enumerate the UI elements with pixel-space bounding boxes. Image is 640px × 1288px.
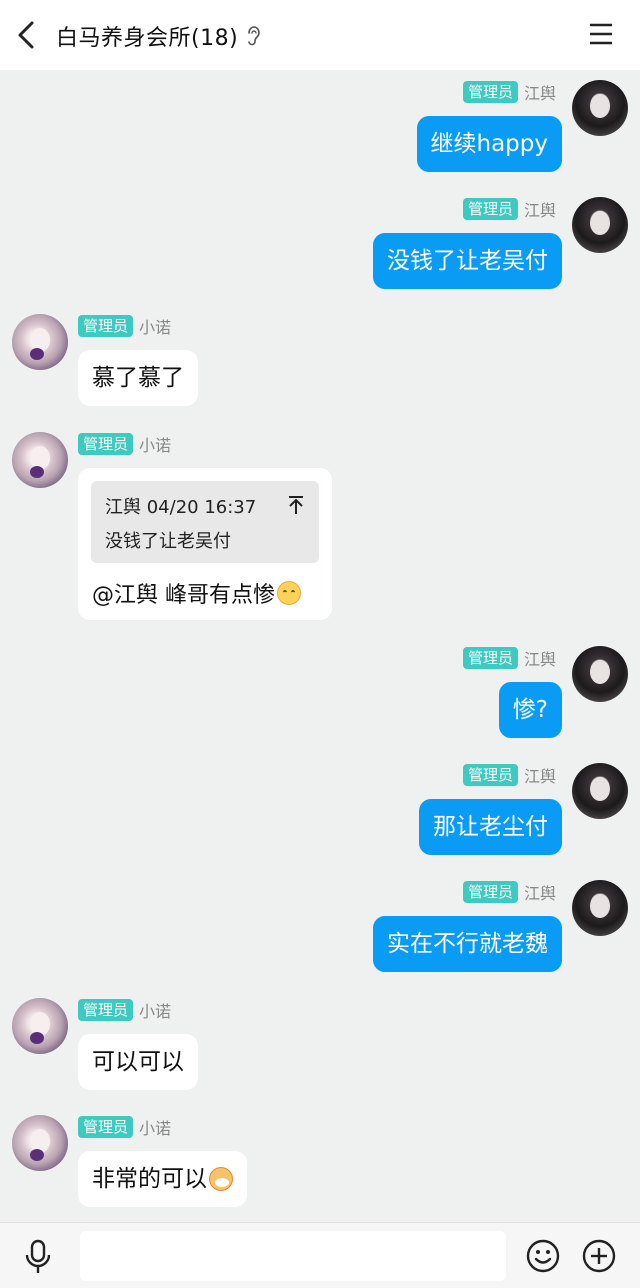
shiba-emoji-icon — [209, 1167, 233, 1191]
ear-icon — [248, 26, 260, 46]
microphone-icon[interactable] — [24, 1239, 52, 1275]
chat-title-wrap[interactable]: 白马养身会所(18) — [56, 20, 262, 52]
sender-meta: 管理员 江舆 — [462, 763, 556, 787]
admin-badge: 管理员 — [78, 433, 134, 455]
sender-nickname: 小诺 — [139, 1002, 172, 1021]
admin-badge: 管理员 — [462, 764, 518, 786]
admin-badge: 管理员 — [78, 1116, 134, 1138]
message-item: 管理员 江舆 那让老尘付 — [0, 753, 640, 870]
avatar[interactable] — [572, 646, 628, 702]
sender-meta: 管理员 江舆 — [462, 197, 556, 221]
message-item: 管理员 江舆 继续happy — [0, 70, 640, 187]
message-item: 管理员 江舆 没钱了让老吴付 — [0, 187, 640, 304]
jump-to-original-icon[interactable] — [287, 495, 305, 515]
message-bubble[interactable]: 实在不行就老魏 — [373, 916, 562, 972]
admin-badge: 管理员 — [462, 198, 518, 220]
sender-nickname: 江舆 — [523, 884, 556, 903]
message-bubble[interactable]: 慕了慕了 — [78, 350, 198, 406]
admin-badge: 管理员 — [462, 881, 518, 903]
avatar[interactable] — [12, 1115, 68, 1171]
chat-header: 白马养身会所(18) — [0, 0, 640, 70]
quoted-message[interactable]: 江舆 04/20 16:37 没钱了让老吴付 — [91, 481, 319, 563]
sender-meta: 管理员 小诺 — [78, 998, 171, 1022]
composer-bar — [0, 1222, 640, 1288]
sender-nickname: 小诺 — [139, 318, 172, 337]
message-item: 管理员 小诺 非常的可以 — [0, 1105, 640, 1222]
avatar[interactable] — [572, 763, 628, 819]
hamburger-menu-icon[interactable] — [588, 22, 614, 46]
smiley-icon[interactable] — [526, 1239, 560, 1273]
avatar[interactable] — [572, 80, 628, 136]
avatar[interactable] — [572, 880, 628, 936]
quote-reply-bubble[interactable]: 江舆 04/20 16:37 没钱了让老吴付 @江舆 峰哥有点惨 — [78, 468, 332, 620]
sender-meta: 管理员 小诺 — [78, 432, 171, 456]
message-item: 管理员 江舆 惨? — [0, 636, 640, 753]
admin-badge: 管理员 — [462, 81, 518, 103]
sender-nickname: 江舆 — [523, 201, 556, 220]
admin-badge: 管理员 — [78, 315, 134, 337]
sender-meta: 管理员 江舆 — [462, 880, 556, 904]
sender-nickname: 江舆 — [523, 767, 556, 786]
sender-nickname: 小诺 — [139, 1119, 172, 1138]
sender-nickname: 小诺 — [139, 436, 172, 455]
sender-nickname: 江舆 — [523, 650, 556, 669]
admin-badge: 管理员 — [462, 647, 518, 669]
message-item: 管理员 小诺 可以可以 — [0, 988, 640, 1105]
sender-meta: 管理员 小诺 — [78, 314, 171, 338]
plus-circle-icon[interactable] — [582, 1239, 616, 1273]
avatar[interactable] — [12, 998, 68, 1054]
sender-meta: 管理员 江舆 — [462, 80, 556, 104]
reply-text: @江舆 峰哥有点惨 — [92, 583, 275, 608]
chat-title: 白马养身会所(18) — [56, 26, 239, 51]
message-bubble[interactable]: 那让老尘付 — [419, 799, 562, 855]
avatar[interactable] — [12, 432, 68, 488]
chevron-left-icon[interactable] — [14, 19, 38, 51]
message-item: 管理员 小诺 慕了慕了 — [0, 304, 640, 421]
sender-nickname: 江舆 — [523, 84, 556, 103]
message-bubble[interactable]: 没钱了让老吴付 — [373, 233, 562, 289]
avatar[interactable] — [572, 197, 628, 253]
message-input[interactable] — [80, 1231, 506, 1281]
sender-meta: 管理员 江舆 — [462, 646, 556, 670]
reply-text-wrap: @江舆 峰哥有点惨 — [92, 577, 301, 609]
message-bubble[interactable]: 惨? — [498, 682, 562, 738]
message-list[interactable]: 管理员 江舆 继续happy 管理员 江舆 没钱了让老吴付 管理员 小诺 慕了慕… — [0, 70, 640, 1222]
message-item: 管理员 小诺 江舆 04/20 16:37 没钱了让老吴付 @江舆 峰哥有点惨 — [0, 422, 640, 632]
avatar[interactable] — [12, 314, 68, 370]
message-bubble[interactable]: 可以可以 — [78, 1034, 198, 1090]
smirk-emoji-icon — [277, 581, 301, 605]
message-bubble-wrap[interactable]: 非常的可以 — [78, 1151, 247, 1207]
quoted-author-time: 江舆 04/20 16:37 — [105, 497, 257, 518]
admin-badge: 管理员 — [78, 999, 134, 1021]
sender-meta: 管理员 小诺 — [78, 1115, 171, 1139]
message-item: 管理员 江舆 实在不行就老魏 — [0, 870, 640, 987]
quoted-text: 没钱了让老吴付 — [105, 531, 231, 552]
message-bubble[interactable]: 继续happy — [416, 116, 562, 172]
message-bubble: 非常的可以 — [92, 1166, 207, 1192]
